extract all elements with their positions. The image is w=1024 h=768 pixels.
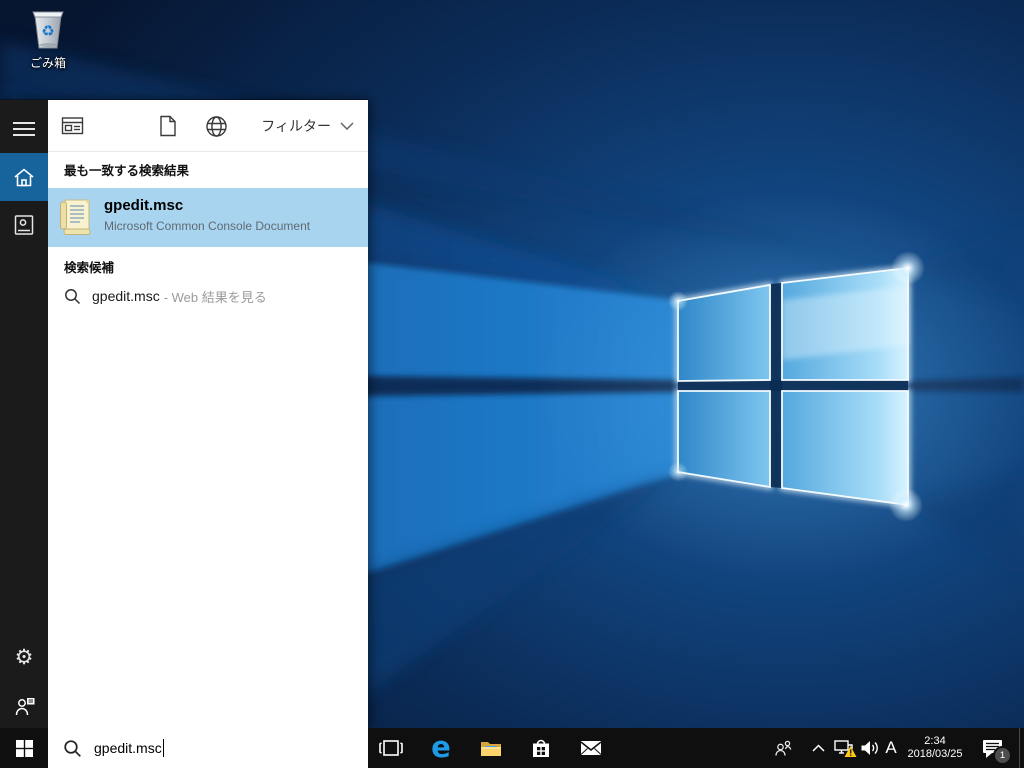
- folder-icon: [481, 742, 501, 756]
- recycle-bin-desktop-icon[interactable]: ♻ ごみ箱: [16, 6, 80, 71]
- task-view-icon: [379, 740, 403, 756]
- edge-icon: e: [431, 729, 451, 764]
- gear-icon: ⚙: [14, 645, 34, 669]
- tab-apps[interactable]: [60, 114, 84, 138]
- search-sidebar: ⚙: [0, 100, 48, 729]
- recycle-bin-icon: ♻: [16, 6, 80, 52]
- action-center-button[interactable]: 1: [974, 728, 1012, 768]
- tab-web[interactable]: [204, 114, 228, 138]
- search-suggestion-item[interactable]: gpedit.msc - Web 結果を見る: [48, 277, 368, 315]
- store-button[interactable]: [516, 728, 566, 768]
- filter-dropdown[interactable]: フィルター: [261, 100, 354, 151]
- speaker-icon: [861, 741, 878, 755]
- divider: [48, 151, 368, 152]
- clock-time: 2:34: [924, 735, 946, 747]
- notebook-icon: [14, 214, 34, 235]
- filter-label: フィルター: [261, 117, 331, 134]
- svg-text:♻: ♻: [41, 22, 54, 40]
- desktop: ♻ ごみ箱 ⚙ フィルター 最も一致する検索結果 gpedit.msc Micr…: [0, 0, 1024, 768]
- file-explorer-button[interactable]: [466, 728, 516, 768]
- suggestion-query: gpedit.msc: [92, 288, 160, 304]
- search-icon: [63, 739, 82, 758]
- edge-button[interactable]: e: [416, 728, 466, 768]
- taskbar-search-box[interactable]: gpedit.msc: [48, 728, 368, 768]
- search-input-value: gpedit.msc: [94, 740, 162, 756]
- start-button[interactable]: [0, 728, 48, 768]
- volume-button[interactable]: [858, 728, 882, 768]
- search-results-panel: フィルター 最も一致する検索結果 gpedit.msc Microsoft Co…: [48, 100, 368, 729]
- sidebar-item-home[interactable]: [0, 153, 48, 201]
- tray-overflow-button[interactable]: [806, 728, 830, 768]
- search-flyout: ⚙ フィルター 最も一致する検索結果 gpedit.msc Microsoft …: [0, 99, 368, 729]
- sidebar-item-settings[interactable]: ⚙: [0, 633, 48, 681]
- store-icon: [533, 739, 549, 757]
- text-caret: [162, 739, 165, 757]
- clock[interactable]: 2:34 2018/03/25: [902, 728, 968, 768]
- best-match-title: gpedit.msc: [104, 197, 184, 214]
- windows-logo-icon: [15, 739, 33, 757]
- tab-documents[interactable]: [156, 114, 180, 138]
- clock-date: 2018/03/25: [907, 748, 963, 760]
- search-icon: [64, 288, 81, 305]
- menu-button[interactable]: [0, 105, 48, 153]
- recycle-bin-label: ごみ箱: [29, 56, 66, 70]
- mail-button[interactable]: [566, 728, 616, 768]
- network-warning-icon: [834, 740, 857, 757]
- globe-icon: [205, 115, 227, 137]
- hamburger-icon: [13, 122, 35, 136]
- best-match-result[interactable]: gpedit.msc Microsoft Common Console Docu…: [48, 188, 368, 247]
- best-match-header: 最も一致する検索結果: [64, 164, 190, 178]
- mail-icon: [580, 741, 602, 755]
- notification-badge: 1: [993, 746, 1012, 765]
- chevron-up-icon: [811, 744, 825, 752]
- msc-scroll-icon: [58, 197, 94, 243]
- sidebar-item-notebook[interactable]: [0, 201, 48, 249]
- task-view-button[interactable]: [366, 728, 416, 768]
- home-icon: [14, 168, 34, 187]
- apps-icon: [61, 117, 83, 135]
- people-icon: [774, 740, 791, 756]
- chevron-down-icon: [340, 121, 354, 130]
- network-button[interactable]: [832, 728, 858, 768]
- taskbar: gpedit.msc e A 2:34 2018/03/25 1: [0, 728, 1024, 768]
- suggestions-header: 検索候補: [64, 261, 115, 275]
- sidebar-item-feedback[interactable]: [0, 681, 48, 729]
- best-match-subtitle: Microsoft Common Console Document: [104, 219, 311, 233]
- people-button[interactable]: [770, 728, 796, 768]
- ime-indicator[interactable]: A: [880, 728, 902, 768]
- feedback-icon: [15, 697, 34, 715]
- document-icon: [160, 115, 176, 137]
- show-desktop-button[interactable]: [1019, 728, 1024, 768]
- suggestion-hint: - Web 結果を見る: [163, 289, 267, 305]
- search-filter-tabs: フィルター: [48, 100, 368, 151]
